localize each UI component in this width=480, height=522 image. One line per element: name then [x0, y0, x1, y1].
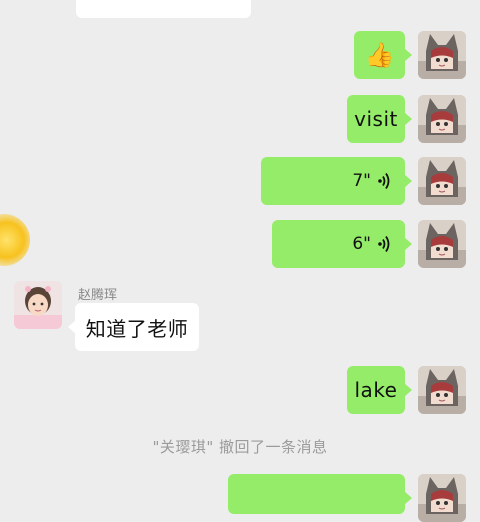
message-bubble-text[interactable]: visit: [347, 95, 412, 143]
my-avatar[interactable]: [418, 220, 466, 268]
message-bubble-emoji[interactable]: 👍: [354, 31, 412, 79]
message-bubble-text[interactable]: 知道了老师: [68, 303, 199, 351]
my-avatar[interactable]: [418, 95, 466, 143]
message-bubble-text[interactable]: lake: [347, 366, 412, 414]
my-avatar[interactable]: [418, 366, 466, 414]
message-bubble-partial[interactable]: [69, 0, 251, 18]
avatar-image: [418, 366, 466, 414]
voice-duration: 7": [352, 171, 371, 191]
avatar-image: [14, 281, 62, 329]
voice-message-bubble[interactable]: 7": [261, 157, 412, 205]
my-avatar[interactable]: [418, 157, 466, 205]
message-text: 知道了老师: [85, 316, 189, 341]
floating-badge-icon[interactable]: [0, 214, 30, 266]
voice-wave-icon: [378, 173, 390, 189]
avatar-image: [418, 157, 466, 205]
recall-notice: "关璎琪" 撤回了一条消息: [152, 438, 328, 456]
sender-name: 赵腾珲: [78, 288, 118, 303]
voice-wave-icon: [378, 236, 390, 252]
message-bubble-partial[interactable]: [228, 474, 412, 514]
voice-duration: 6": [352, 234, 371, 254]
my-avatar[interactable]: [418, 31, 466, 79]
message-text: lake: [354, 378, 398, 402]
my-avatar[interactable]: [418, 474, 466, 522]
avatar-image: [418, 220, 466, 268]
voice-message-bubble[interactable]: 6": [272, 220, 412, 268]
avatar-image: [418, 474, 466, 522]
message-text: visit: [354, 107, 398, 131]
avatar-image: [418, 31, 466, 79]
avatar-image: [418, 95, 466, 143]
thumbs-up-emoji: 👍: [364, 41, 395, 69]
contact-avatar[interactable]: [14, 281, 62, 329]
